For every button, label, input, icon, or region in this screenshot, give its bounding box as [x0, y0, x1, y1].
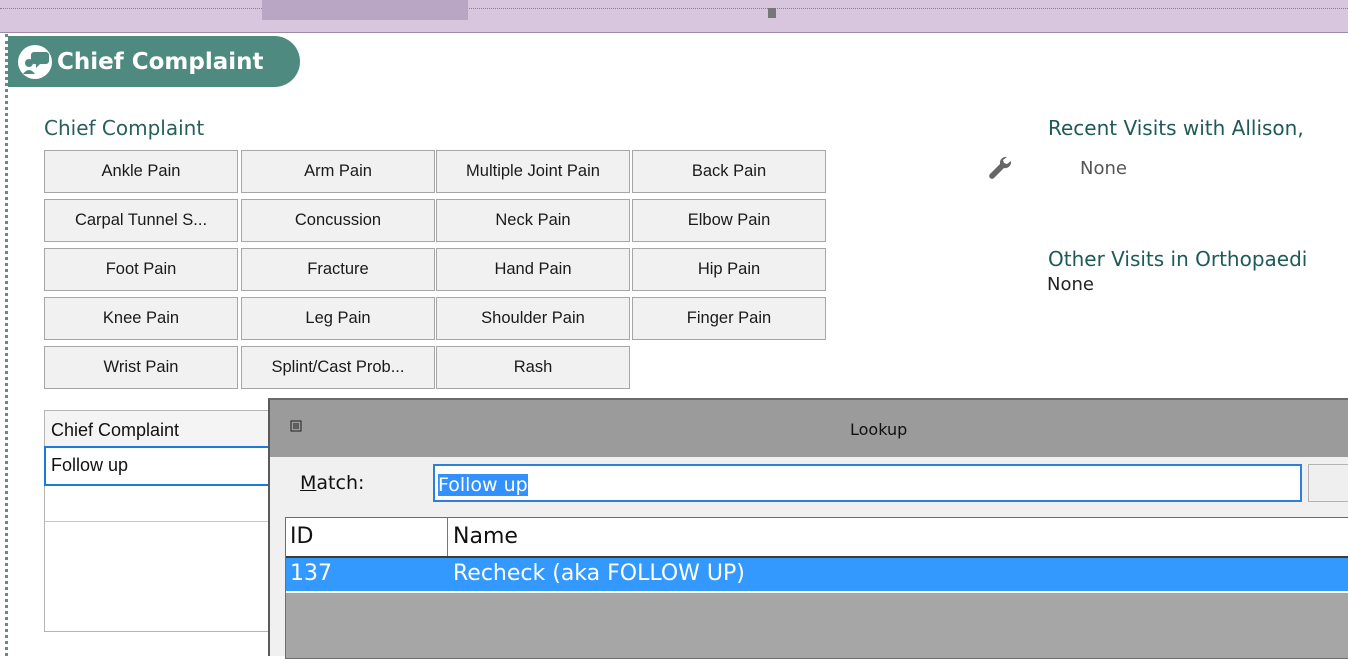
complaint-button-knee-pain[interactable]: Knee Pain — [44, 297, 238, 340]
complaint-button-shoulder-pain[interactable]: Shoulder Pain — [436, 297, 630, 340]
complaint-button-finger-pain[interactable]: Finger Pain — [632, 297, 826, 340]
quick-list-label: Chief Complaint — [44, 116, 205, 140]
wrench-icon[interactable] — [987, 154, 1015, 182]
search-button[interactable] — [1308, 464, 1348, 502]
row-divider — [45, 521, 285, 522]
complaint-button-back-pain[interactable]: Back Pain — [632, 150, 826, 193]
complaint-button-fracture[interactable]: Fracture — [241, 248, 435, 291]
dialog-title: Lookup — [850, 420, 908, 439]
section-header: Chief Complaint — [8, 36, 300, 87]
results-grid: ID Name 137 Recheck (aka FOLLOW UP) — [285, 517, 1348, 659]
complaint-button-neck-pain[interactable]: Neck Pain — [436, 199, 630, 242]
complaint-button-rash[interactable]: Rash — [436, 346, 630, 389]
chief-complaint-table: Chief Complaint Follow up — [44, 410, 285, 632]
column-header-name[interactable]: Name — [453, 524, 518, 549]
row-name: Recheck (aka FOLLOW UP) — [453, 561, 745, 586]
section-rail — [5, 34, 8, 656]
recent-visits-title: Recent Visits with Allison, — [1048, 116, 1304, 140]
complaint-button-wrist-pain[interactable]: Wrist Pain — [44, 346, 238, 389]
active-tab-indicator[interactable] — [262, 0, 468, 20]
other-visits-value: None — [1047, 274, 1094, 295]
dialog-body: Match: Follow up ID Name 137 Recheck (ak… — [270, 457, 1348, 659]
complaint-button-arm-pain[interactable]: Arm Pain — [241, 150, 435, 193]
complaint-button-ankle-pain[interactable]: Ankle Pain — [44, 150, 238, 193]
complaint-button-hip-pain[interactable]: Hip Pain — [632, 248, 826, 291]
other-visits-title: Other Visits in Orthopaedi — [1048, 247, 1308, 271]
complaint-button-carpal-tunnel-s[interactable]: Carpal Tunnel S... — [44, 199, 238, 242]
recent-visits-value: None — [1080, 158, 1127, 179]
column-header-id[interactable]: ID — [290, 524, 313, 549]
top-navigation-strip — [0, 0, 1348, 33]
match-label-text: atch: — [316, 472, 365, 494]
table-header: Chief Complaint — [45, 411, 285, 447]
lookup-dialog: Lookup Match: Follow up ID Name 137 Rech… — [268, 398, 1348, 659]
complaint-entry-field[interactable]: Follow up — [44, 446, 285, 486]
row-id: 137 — [290, 561, 332, 586]
complaint-button-multiple-joint-pain[interactable]: Multiple Joint Pain — [436, 150, 630, 193]
strip-divider — [0, 8, 1348, 9]
table-row[interactable]: 137 Recheck (aka FOLLOW UP) — [286, 558, 1348, 593]
complaint-button-hand-pain[interactable]: Hand Pain — [436, 248, 630, 291]
complaint-button-concussion[interactable]: Concussion — [241, 199, 435, 242]
complaint-button-splint-cast-prob[interactable]: Splint/Cast Prob... — [241, 346, 435, 389]
match-input-selected-text: Follow up — [438, 474, 528, 496]
strip-marker — [768, 8, 776, 18]
grid-header: ID Name — [286, 518, 1348, 558]
dialog-titlebar[interactable]: Lookup — [270, 400, 1348, 458]
complaint-button-leg-pain[interactable]: Leg Pain — [241, 297, 435, 340]
chief-complaint-icon — [18, 44, 52, 79]
complaint-button-foot-pain[interactable]: Foot Pain — [44, 248, 238, 291]
section-title: Chief Complaint — [57, 48, 264, 75]
complaint-button-elbow-pain[interactable]: Elbow Pain — [632, 199, 826, 242]
match-input[interactable]: Follow up — [433, 464, 1302, 502]
match-label: Match: — [300, 472, 364, 494]
match-label-accelerator: M — [300, 472, 317, 494]
column-separator[interactable] — [447, 518, 448, 556]
system-menu-icon[interactable] — [290, 420, 302, 432]
